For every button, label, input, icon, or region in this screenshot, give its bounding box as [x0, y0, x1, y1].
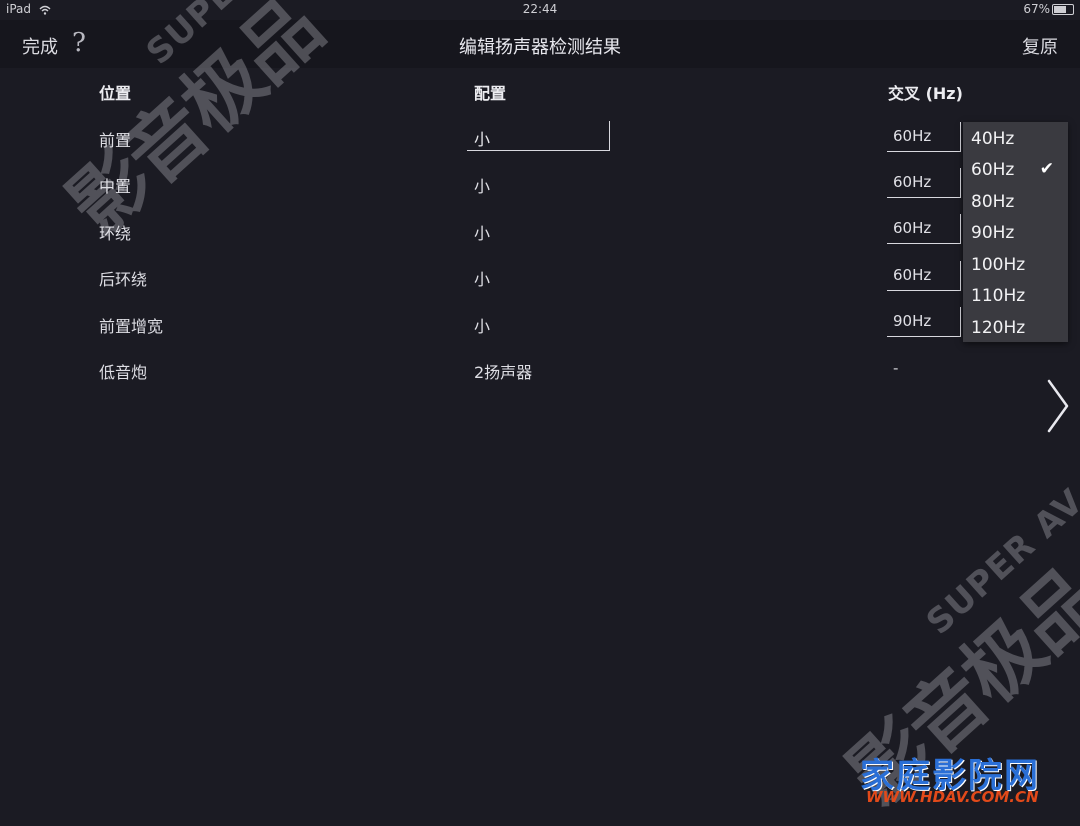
checkmark-icon: ✔ — [1039, 159, 1054, 179]
status-bar: iPad 22:44 67% — [0, 0, 1080, 20]
crossover-dropdown: 40Hz 60Hz ✔ 80Hz 90Hz 100Hz 110Hz 120Hz — [963, 122, 1068, 342]
crossover-value: 60Hz — [893, 219, 932, 237]
config-value[interactable]: 小 — [474, 266, 490, 290]
config-value: 小 — [474, 130, 491, 149]
dropdown-option[interactable]: 110Hz — [963, 280, 1068, 311]
row-position-label: 前置增宽 — [99, 317, 164, 336]
row-position-label: 后环绕 — [99, 270, 148, 289]
chevron-right-icon[interactable] — [1043, 378, 1073, 434]
crossover-value: 60Hz — [893, 266, 932, 284]
row-position-label: 环绕 — [99, 224, 132, 243]
option-label: 80Hz — [971, 192, 1015, 212]
config-select-active[interactable]: 小 — [467, 121, 610, 151]
row-position-label: 低音炮 — [99, 363, 148, 382]
row-position-label: 中置 — [99, 177, 132, 196]
dropdown-option[interactable]: 90Hz — [963, 217, 1068, 248]
site-url: WWW.HDAV.COM.CN — [866, 788, 1039, 806]
option-label: 100Hz — [971, 255, 1026, 275]
crossover-value: 60Hz — [893, 173, 932, 191]
crossover-select[interactable]: 60Hz — [887, 168, 961, 198]
crossover-select[interactable]: 60Hz — [887, 214, 961, 244]
restore-button[interactable]: 复原 — [1022, 33, 1058, 59]
config-value[interactable]: 小 — [474, 173, 490, 197]
crossover-value: 90Hz — [893, 312, 932, 330]
crossover-select[interactable]: 90Hz — [887, 307, 961, 337]
option-label: 90Hz — [971, 223, 1015, 243]
dropdown-option[interactable]: 40Hz — [963, 123, 1068, 154]
crossover-value: 60Hz — [893, 127, 932, 145]
battery-icon — [1052, 4, 1074, 15]
dropdown-option[interactable]: 80Hz — [963, 186, 1068, 217]
clock: 22:44 — [522, 2, 558, 16]
crossover-value: - — [893, 359, 899, 377]
battery-percent: 67% — [1023, 2, 1050, 16]
option-label: 40Hz — [971, 129, 1015, 149]
watermark-text-en: SUPER AV — [918, 481, 1080, 643]
dropdown-option[interactable]: 120Hz — [963, 312, 1068, 343]
dropdown-option[interactable]: 100Hz — [963, 249, 1068, 280]
dropdown-option-selected[interactable]: 60Hz ✔ — [963, 154, 1068, 185]
option-label: 120Hz — [971, 318, 1026, 338]
nav-bar: 完成 ? 编辑扬声器检测结果 复原 — [0, 20, 1080, 68]
config-value[interactable]: 小 — [474, 313, 490, 337]
column-header-config: 配置 — [474, 84, 507, 103]
row-position-label: 前置 — [99, 131, 132, 150]
config-value[interactable]: 小 — [474, 220, 490, 244]
option-label: 110Hz — [971, 286, 1026, 306]
option-label: 60Hz — [971, 160, 1015, 180]
column-header-position: 位置 — [99, 84, 132, 103]
crossover-select[interactable]: 60Hz — [887, 261, 961, 291]
config-value[interactable]: 2扬声器 — [474, 359, 532, 383]
column-header-crossover: 交叉 (Hz) — [888, 84, 963, 103]
page-title: 编辑扬声器检测结果 — [459, 37, 621, 58]
crossover-select[interactable]: 60Hz — [887, 122, 961, 152]
